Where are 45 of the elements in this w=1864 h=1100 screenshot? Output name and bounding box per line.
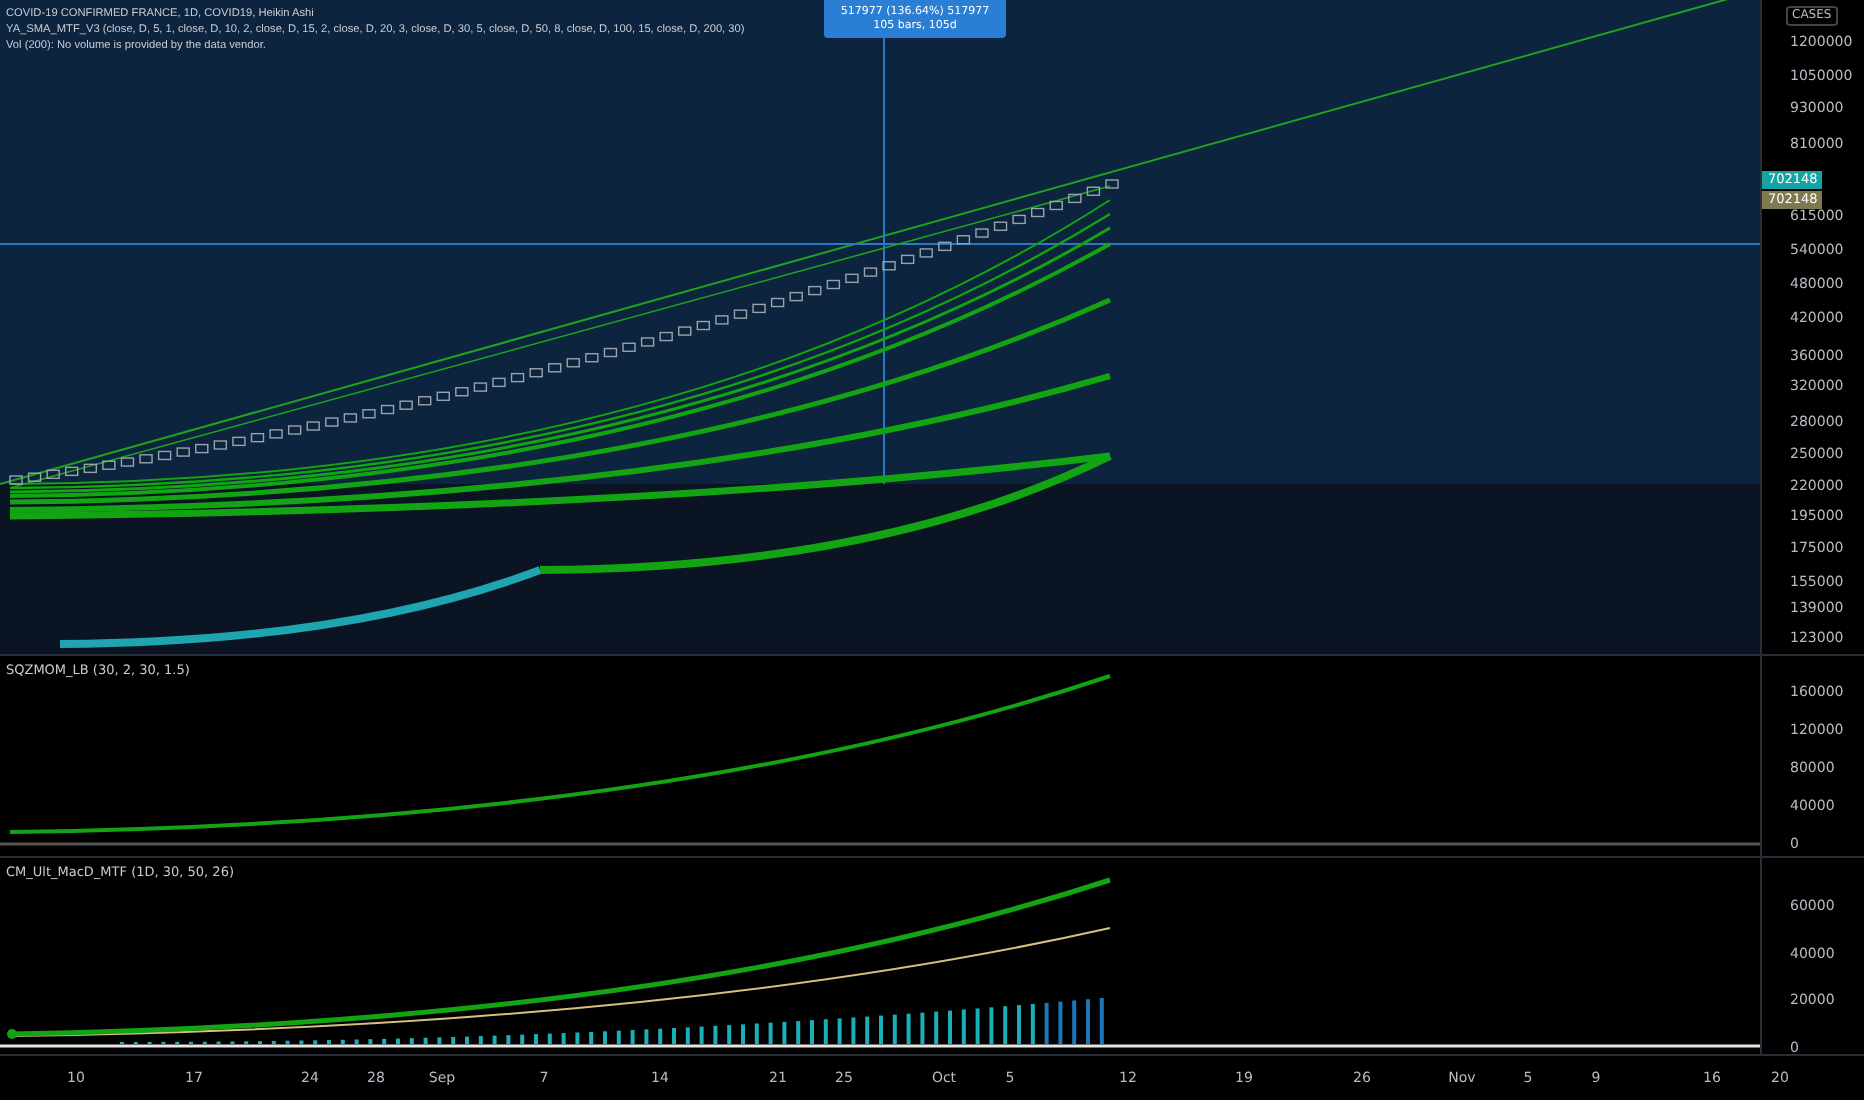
histogram-bar [782, 1021, 787, 1044]
histogram-bar [630, 1030, 635, 1044]
histogram-bar [989, 1007, 994, 1044]
histogram-bar [727, 1025, 732, 1044]
histogram-bar [837, 1018, 842, 1044]
histogram-bar [575, 1032, 580, 1044]
histogram-bar [368, 1039, 373, 1044]
histogram-bar [961, 1009, 966, 1044]
histogram-bar [616, 1030, 621, 1044]
histogram-bar [561, 1033, 566, 1044]
histogram-bar [685, 1027, 690, 1044]
histogram-bar [920, 1012, 925, 1044]
histogram-bar [382, 1038, 387, 1044]
histogram-bar [892, 1014, 897, 1044]
histogram-bar [340, 1039, 345, 1044]
histogram-bar [492, 1035, 497, 1044]
histogram-bar [547, 1033, 552, 1044]
histogram-bar [851, 1017, 856, 1044]
histogram-bar [754, 1023, 759, 1044]
histogram-bar [409, 1038, 414, 1044]
histogram-bar [423, 1037, 428, 1044]
histogram-bar [354, 1039, 359, 1044]
histogram-bar [1003, 1006, 1008, 1044]
histogram-bar [1058, 1001, 1063, 1044]
histogram-bar [699, 1026, 704, 1044]
histogram-bar [644, 1029, 649, 1044]
histogram-bar [1072, 1000, 1077, 1044]
histogram-bar [451, 1036, 456, 1044]
histogram-bar [478, 1036, 483, 1044]
histogram-bar [506, 1035, 511, 1044]
histogram-bar [1099, 998, 1104, 1044]
histogram-bar [823, 1019, 828, 1044]
histogram-bar [437, 1037, 442, 1044]
histogram-bar [658, 1028, 663, 1044]
histogram-bar [768, 1022, 773, 1044]
histogram-bar [796, 1021, 801, 1044]
histogram-bar [975, 1008, 980, 1044]
histogram-bar [934, 1011, 939, 1044]
histogram-bar [589, 1031, 594, 1044]
histogram-bar [1030, 1004, 1035, 1044]
histogram-bar [906, 1013, 911, 1044]
histogram-bar [520, 1034, 525, 1044]
histogram-bar [713, 1025, 718, 1044]
histogram-bar [1044, 1002, 1049, 1044]
histogram-bar [865, 1016, 870, 1044]
